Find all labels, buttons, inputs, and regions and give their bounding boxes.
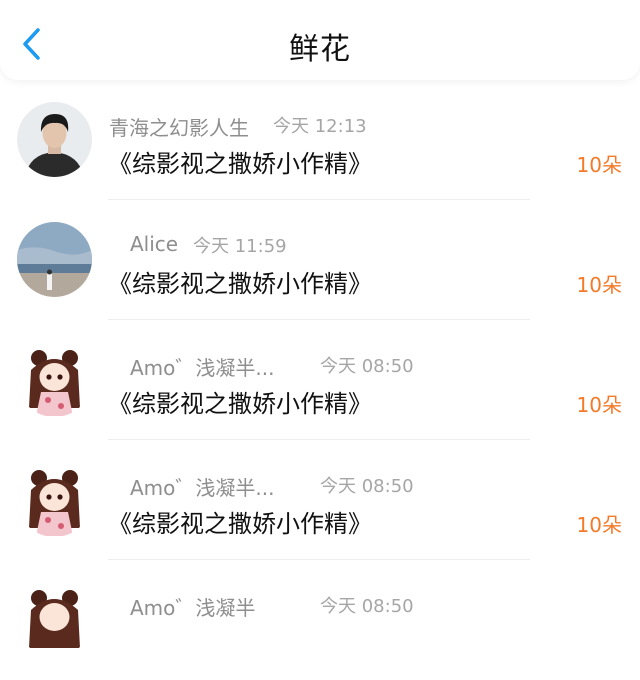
sender-name: Amo゛浅凝半... [130,356,275,380]
flower-count: 10朵 [576,393,622,417]
page-title: 鲜花 [289,32,351,67]
avatar[interactable] [17,462,92,537]
flower-count: 10朵 [576,513,622,537]
sender-name: Amo゛浅凝半... [130,476,275,500]
avatar[interactable] [17,342,92,417]
sender-name: 青海之幻影人生 [109,116,249,140]
avatar[interactable] [17,222,92,297]
sender-name: Amo゛浅凝半 [130,596,256,620]
avatar[interactable] [17,582,92,657]
timestamp: 今天 08:50 [320,356,414,377]
list-item[interactable]: Amo゛浅凝半... 今天 08:50 《综影视之撒娇小作精》 10朵 [0,440,640,560]
timestamp: 今天 08:50 [320,476,414,497]
flower-count: 10朵 [576,153,622,177]
book-title: 《综影视之撒娇小作精》 [108,150,372,178]
flower-list: 青海之幻影人生 今天 12:13 《综影视之撒娇小作精》 10朵 Alice 今… [0,80,640,680]
flower-count: 10朵 [576,273,622,297]
sender-name: Alice [130,232,179,256]
avatar[interactable] [17,102,92,177]
book-title: 《综影视之撒娇小作精》 [108,510,372,538]
timestamp: 今天 11:59 [193,236,287,257]
timestamp: 今天 12:13 [273,116,367,137]
top-bar: 鲜花 [0,0,640,80]
list-item[interactable]: Amo゛浅凝半... 今天 08:50 《综影视之撒娇小作精》 10朵 [0,320,640,440]
timestamp: 今天 08:50 [320,596,414,617]
list-item[interactable]: 青海之幻影人生 今天 12:13 《综影视之撒娇小作精》 10朵 [0,80,640,200]
list-item[interactable]: Amo゛浅凝半 今天 08:50 [0,560,640,680]
book-title: 《综影视之撒娇小作精》 [108,270,372,298]
book-title: 《综影视之撒娇小作精》 [108,390,372,418]
list-item[interactable]: Alice 今天 11:59 《综影视之撒娇小作精》 10朵 [0,200,640,320]
